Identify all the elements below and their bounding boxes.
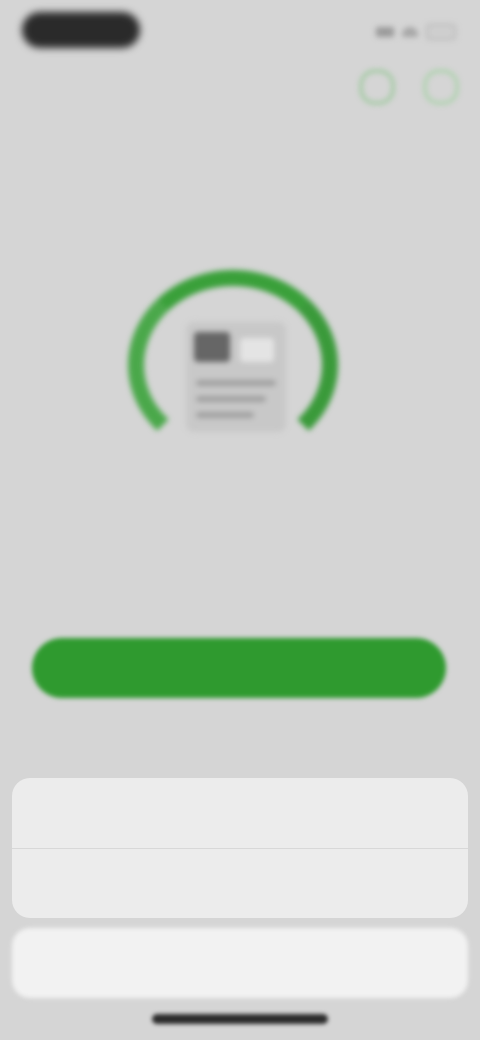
device-line [196, 412, 254, 418]
sheet-option-1[interactable] [12, 778, 468, 848]
device-line [196, 380, 276, 386]
primary-button[interactable] [32, 638, 446, 698]
device-line [196, 396, 266, 402]
device-chip [194, 332, 230, 362]
nav-bar [0, 60, 480, 110]
battery-icon [426, 24, 456, 40]
illustration [128, 270, 348, 470]
help-icon[interactable] [360, 70, 394, 104]
close-icon[interactable] [424, 70, 458, 104]
device-card [240, 338, 274, 362]
device-graphic [186, 322, 286, 432]
home-indicator [152, 1014, 328, 1024]
cancel-button[interactable] [12, 928, 468, 998]
signal-icon [376, 27, 394, 37]
status-icons [376, 24, 456, 40]
status-bar [0, 0, 480, 60]
status-time [22, 12, 140, 48]
sheet-option-2[interactable] [12, 849, 468, 918]
action-sheet [12, 778, 468, 918]
wifi-icon [402, 27, 418, 37]
